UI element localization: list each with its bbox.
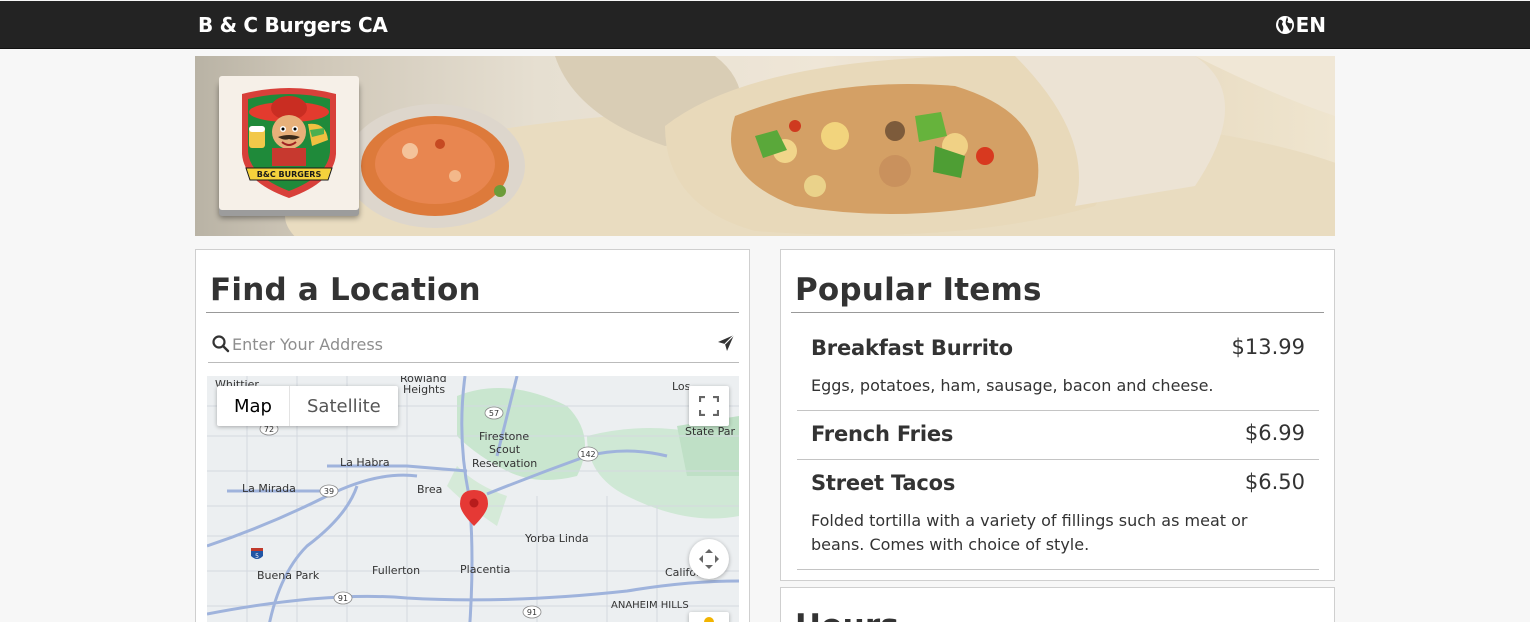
- item-price: $6.99: [1244, 421, 1305, 445]
- svg-text:La Habra: La Habra: [340, 456, 390, 469]
- restaurant-logo: B&C BURGERS: [242, 88, 336, 198]
- street-view-pegman[interactable]: [689, 612, 729, 622]
- svg-text:ANAHEIM HILLS: ANAHEIM HILLS: [611, 600, 689, 611]
- svg-text:Los: Los: [672, 380, 691, 393]
- svg-text:Yorba Linda: Yorba Linda: [524, 532, 589, 545]
- popular-items-title: Popular Items: [795, 272, 1042, 308]
- item-price: $13.99: [1231, 335, 1305, 359]
- language-selector[interactable]: EN: [1275, 13, 1326, 37]
- svg-text:Scout: Scout: [489, 443, 521, 456]
- svg-text:57: 57: [489, 409, 499, 418]
- globe-icon: [1275, 16, 1294, 34]
- title-divider: [206, 312, 739, 313]
- hours-title: Hours: [795, 608, 899, 622]
- popular-items-panel: Popular Items Breakfast Burrito $13.99 E…: [780, 249, 1335, 581]
- restaurant-logo-card[interactable]: B&C BURGERS: [219, 76, 359, 210]
- logo-text: B&C BURGERS: [257, 170, 322, 179]
- find-location-panel: Find a Location Enter Your Address Whitt…: [195, 249, 750, 622]
- pan-arrows-icon: [699, 549, 719, 569]
- hours-panel: Hours: [780, 587, 1335, 622]
- item-name: Street Tacos: [811, 471, 956, 495]
- svg-text:Buena Park: Buena Park: [257, 569, 320, 582]
- svg-text:La Mirada: La Mirada: [242, 482, 296, 495]
- item-price: $6.50: [1244, 470, 1305, 494]
- send-location-icon[interactable]: [717, 334, 735, 352]
- map-type-toggle: Map Satellite: [217, 386, 398, 426]
- svg-text:Heights: Heights: [403, 383, 445, 396]
- hero-banner: [195, 56, 1335, 236]
- svg-text:142: 142: [580, 450, 595, 459]
- item-name: French Fries: [811, 422, 954, 446]
- pegman-icon: [704, 617, 714, 622]
- svg-text:72: 72: [264, 425, 274, 434]
- map-view-button[interactable]: Map: [217, 386, 290, 426]
- svg-text:91: 91: [527, 608, 537, 617]
- search-icon: [212, 335, 230, 353]
- svg-text:Fullerton: Fullerton: [372, 564, 420, 577]
- fullscreen-icon: [699, 396, 719, 416]
- title-divider: [791, 312, 1324, 313]
- satellite-view-button[interactable]: Satellite: [290, 386, 398, 426]
- menu-item-french-fries[interactable]: French Fries $6.99: [797, 410, 1319, 460]
- item-divider: [797, 569, 1319, 570]
- item-description: Eggs, potatoes, ham, sausage, bacon and …: [811, 376, 1214, 395]
- address-search-bar: [208, 330, 739, 363]
- map-pan-control[interactable]: [689, 539, 729, 579]
- language-label: EN: [1295, 13, 1326, 37]
- top-nav-bar: B & C Burgers CA EN: [0, 1, 1530, 49]
- location-map[interactable]: Whittier Rowland Heights Los State Par Fi…: [207, 376, 739, 622]
- find-location-title: Find a Location: [210, 272, 481, 308]
- svg-text:5: 5: [255, 553, 259, 560]
- svg-text:39: 39: [324, 487, 334, 496]
- address-input[interactable]: [232, 333, 702, 355]
- svg-text:Placentia: Placentia: [460, 563, 510, 576]
- svg-text:Firestone: Firestone: [479, 430, 529, 443]
- food-photo: [285, 56, 1335, 236]
- svg-text:91: 91: [338, 594, 348, 603]
- menu-item-breakfast-burrito[interactable]: Breakfast Burrito $13.99 Eggs, potatoes,…: [797, 326, 1319, 412]
- menu-item-street-tacos[interactable]: Street Tacos $6.50 Folded tortilla with …: [797, 459, 1319, 571]
- svg-text:Reservation: Reservation: [472, 457, 537, 470]
- item-name: Breakfast Burrito: [811, 336, 1013, 360]
- item-description: Folded tortilla with a variety of fillin…: [811, 511, 1248, 554]
- fullscreen-button[interactable]: [689, 386, 729, 426]
- brand-name[interactable]: B & C Burgers CA: [198, 13, 388, 37]
- svg-text:State Par: State Par: [685, 425, 735, 438]
- svg-text:Brea: Brea: [417, 483, 442, 496]
